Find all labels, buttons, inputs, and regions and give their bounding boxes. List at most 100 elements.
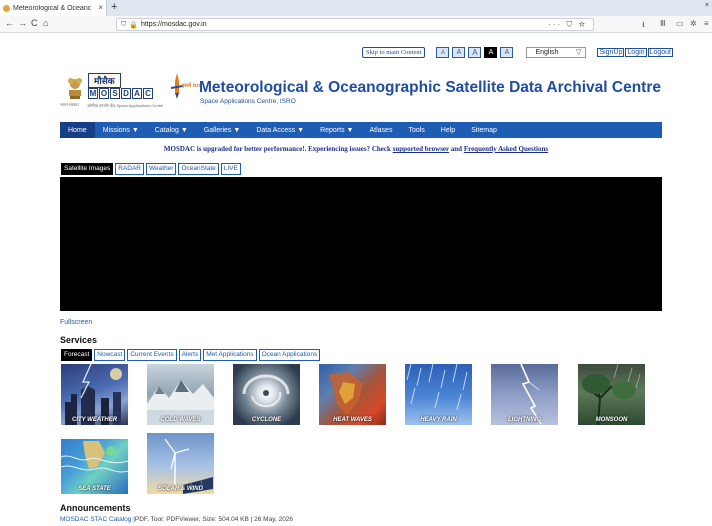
logo-letter: A: [132, 88, 142, 99]
back-arrow-icon[interactable]: ←: [5, 18, 14, 28]
fullscreen-link[interactable]: Fullscreen: [60, 319, 92, 326]
page-subtitle: Space Applications Centre, ISRO: [200, 98, 296, 105]
logo-letter: S: [110, 88, 120, 99]
image-tabs: Satellite Images RADAR Weather OceanStat…: [61, 163, 241, 175]
tab-weather[interactable]: Weather: [146, 163, 177, 175]
skip-to-content-link[interactable]: Skip to main Content: [362, 47, 426, 58]
heat-waves-image: [329, 372, 363, 416]
new-tab-button[interactable]: +: [111, 1, 117, 13]
home-icon[interactable]: ⌂: [43, 18, 48, 28]
nav-reports[interactable]: Reports ▼: [312, 122, 361, 138]
stac-catalog-link[interactable]: MOSDAC STAC Catalog: [60, 516, 131, 523]
signup-link[interactable]: SignUp: [597, 48, 625, 57]
accessibility-bar: Skip to main Content A A A A A English ▽…: [362, 46, 673, 59]
heavy-rain-label: HEAVY RAIN: [420, 417, 457, 423]
language-select[interactable]: English ▽: [526, 47, 587, 58]
heavy-rain-image: [406, 364, 468, 411]
faq-link[interactable]: Frequently Asked Questions: [464, 145, 548, 153]
lightning-label: LIGHTNING: [508, 417, 541, 423]
font-size-medium-button[interactable]: A: [452, 47, 466, 58]
logo-letter: M: [88, 88, 98, 99]
menu-icon[interactable]: ≡: [704, 19, 709, 28]
browser-tab[interactable]: Meteorological & Oceanc ×: [0, 0, 107, 16]
reload-icon[interactable]: C: [31, 18, 38, 28]
high-contrast-button[interactable]: A: [484, 47, 498, 58]
tab-met-applications[interactable]: Met Applications: [203, 349, 257, 361]
logout-link[interactable]: Logout: [647, 48, 673, 57]
tab-close-icon[interactable]: ×: [98, 3, 103, 12]
main-navigation: Home Missions ▼ Catalog ▼ Galleries ▼ Da…: [60, 122, 662, 138]
emblem-caption: भारत सरकार: [60, 102, 79, 107]
nav-catalog[interactable]: Catalog ▼: [147, 122, 196, 138]
heat-waves-label: HEAT WAVES: [333, 417, 372, 423]
tab-live[interactable]: LIVE: [220, 163, 241, 175]
sea-state-tile[interactable]: SEA STATE: [61, 433, 128, 494]
page-title: Meteorological & Oceanographic Satellite…: [199, 79, 661, 96]
mosdac-logo-hindi[interactable]: मौसैक: [88, 73, 121, 88]
national-emblem-icon: [68, 78, 82, 99]
tab-radar[interactable]: RADAR: [115, 163, 145, 175]
logo-letter: C: [143, 88, 153, 99]
extension-icon[interactable]: ✲: [690, 19, 697, 28]
monsoon-tile[interactable]: MONSOON: [578, 364, 645, 425]
solar-wind-image: [164, 438, 213, 494]
logo-letter: D: [121, 88, 131, 99]
browser-tab-title: Meteorological & Oceanc: [13, 4, 92, 12]
forward-arrow-icon[interactable]: →: [18, 18, 27, 28]
nav-galleries[interactable]: Galleries ▼: [196, 122, 249, 138]
browser-nav-bar: ← → C ⌂ ⛉ 🔒 https://mosdac.gov.in ··· ⛉ …: [0, 16, 712, 33]
nav-home[interactable]: Home: [60, 122, 95, 138]
site-favicon-icon: [3, 4, 10, 12]
user-links: SignUp Login Logout: [597, 48, 673, 57]
url-text: https://mosdac.gov.in: [140, 21, 207, 28]
nav-help[interactable]: Help: [433, 122, 463, 138]
announcement-item: MOSDAC STAC Catalog |PDF, Tool: PDFViewe…: [60, 516, 293, 523]
tab-forecast[interactable]: Forecast: [61, 349, 93, 361]
nav-atlases[interactable]: Atlases: [361, 122, 400, 138]
login-link[interactable]: Login: [625, 48, 647, 57]
reader-icon[interactable]: ▭: [676, 19, 684, 28]
sea-state-label: SEA STATE: [78, 486, 111, 492]
services-heading: Services: [60, 335, 98, 345]
nav-sitemap[interactable]: Sitemap: [463, 122, 505, 138]
heavy-rain-tile[interactable]: HEAVY RAIN: [405, 364, 472, 425]
library-icon[interactable]: Ⅲ: [660, 19, 666, 28]
tab-ocean-applications[interactable]: Ocean Applications: [258, 349, 321, 361]
font-size-large-button[interactable]: A: [468, 47, 482, 58]
tab-nowcast[interactable]: Nowcast: [94, 349, 126, 361]
mosdac-logo[interactable]: M O S D A C: [88, 88, 153, 99]
cold-waves-tile[interactable]: COLD WAVES: [147, 364, 214, 425]
upgrade-notice: MOSDAC is upgraded for better performanc…: [0, 145, 712, 153]
chevron-down-icon: ▽: [576, 49, 582, 56]
download-icon[interactable]: ⭳: [642, 19, 645, 33]
sea-state-image: [61, 433, 128, 473]
lightning-tile[interactable]: LIGHTNING: [491, 364, 558, 425]
shield-icon: ⛉: [121, 20, 127, 28]
window-close-icon[interactable]: ×: [705, 2, 709, 9]
cold-waves-image: [147, 380, 214, 425]
satellite-image-viewer[interactable]: [60, 177, 662, 311]
supported-browser-link[interactable]: supported browser: [393, 145, 449, 153]
browser-tab-bar: Meteorological & Oceanc × + ×: [0, 0, 712, 16]
tab-alerts[interactable]: Alerts: [178, 349, 202, 361]
nav-data-access[interactable]: Data Access ▼: [248, 122, 312, 138]
city-weather-tile[interactable]: CITY WEATHER: [61, 364, 128, 425]
nav-missions[interactable]: Missions ▼: [95, 122, 147, 138]
cyclone-image: [242, 374, 290, 408]
tab-satellite-images[interactable]: Satellite Images: [61, 163, 114, 175]
service-tabs: Forecast Nowcast Current Events Alerts M…: [61, 349, 321, 361]
solar-wind-tile[interactable]: SOLAR & WIND: [147, 433, 214, 494]
font-size-small-button[interactable]: A: [436, 47, 450, 58]
heat-waves-tile[interactable]: HEAT WAVES: [319, 364, 386, 425]
normal-contrast-button[interactable]: A: [500, 47, 514, 58]
cyclone-tile[interactable]: CYCLONE: [233, 364, 300, 425]
announcement-detail: |PDF, Tool: PDFViewer, Size: 504.04 KB |…: [133, 516, 294, 523]
page-actions-icon[interactable]: ··· ⛉ ☆: [548, 20, 587, 30]
tab-current-events[interactable]: Current Events: [127, 349, 177, 361]
nav-tools[interactable]: Tools: [400, 122, 432, 138]
language-value: English: [535, 49, 559, 56]
notice-and: and: [450, 145, 463, 153]
address-bar[interactable]: ⛉ 🔒 https://mosdac.gov.in ··· ⛉ ☆: [116, 18, 594, 31]
tab-oceanstate[interactable]: OceanState: [178, 163, 219, 175]
notice-text: MOSDAC is upgraded for better performanc…: [163, 145, 391, 153]
